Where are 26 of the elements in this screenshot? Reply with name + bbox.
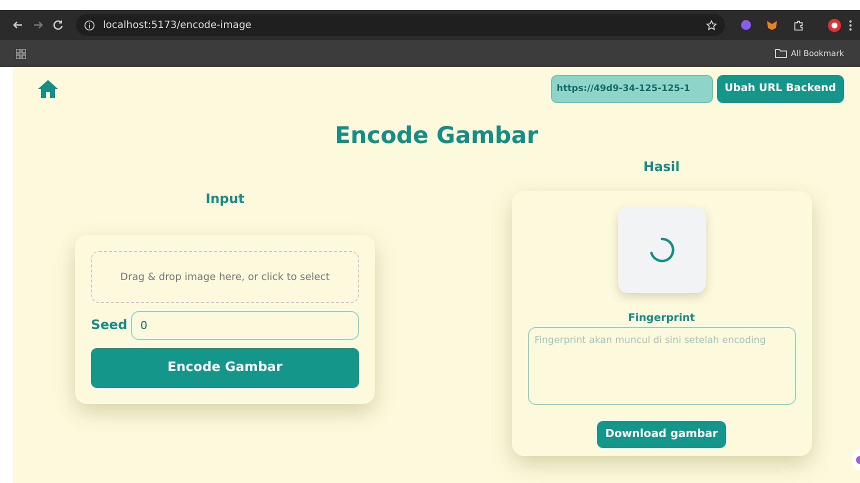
- seed-label: Seed: [91, 316, 128, 335]
- encode-button[interactable]: Encode Gambar: [91, 348, 359, 388]
- home-icon[interactable]: [37, 79, 59, 99]
- reload-icon[interactable]: [52, 19, 64, 31]
- fingerprint-label: Fingerprint: [628, 311, 695, 326]
- bookmarks-folder[interactable]: All Bookmark: [775, 48, 844, 60]
- profile-icon[interactable]: [828, 18, 841, 32]
- forward-icon[interactable]: [32, 19, 44, 31]
- apps-icon[interactable]: [16, 48, 26, 58]
- fingerprint-field[interactable]: Fingerprint akan muncul di sini setelah encoding: [528, 326, 796, 405]
- extension-icon[interactable]: [741, 20, 751, 30]
- backend-url-field[interactable]: https://49d9-34-125-125-1: [550, 75, 713, 103]
- puzzle-icon[interactable]: [793, 20, 804, 30]
- info-icon: [84, 20, 95, 30]
- seed-field[interactable]: 0: [131, 311, 359, 340]
- change-url-button[interactable]: Ubah URL Backend: [716, 75, 844, 103]
- address-bar[interactable]: localhost:5173/encode-image: [76, 14, 725, 36]
- folder-icon: [775, 49, 787, 58]
- back-icon[interactable]: [12, 19, 24, 31]
- dropzone[interactable]: Drag & drop image here, or click to select: [91, 251, 359, 303]
- page-title: Encode Gambar: [334, 122, 538, 151]
- star-icon[interactable]: [706, 20, 717, 30]
- menu-icon[interactable]: [849, 20, 852, 30]
- section-heading: Hasil: [643, 158, 680, 176]
- section-heading: Input: [206, 190, 244, 208]
- download-button[interactable]: Download gambar: [597, 420, 726, 448]
